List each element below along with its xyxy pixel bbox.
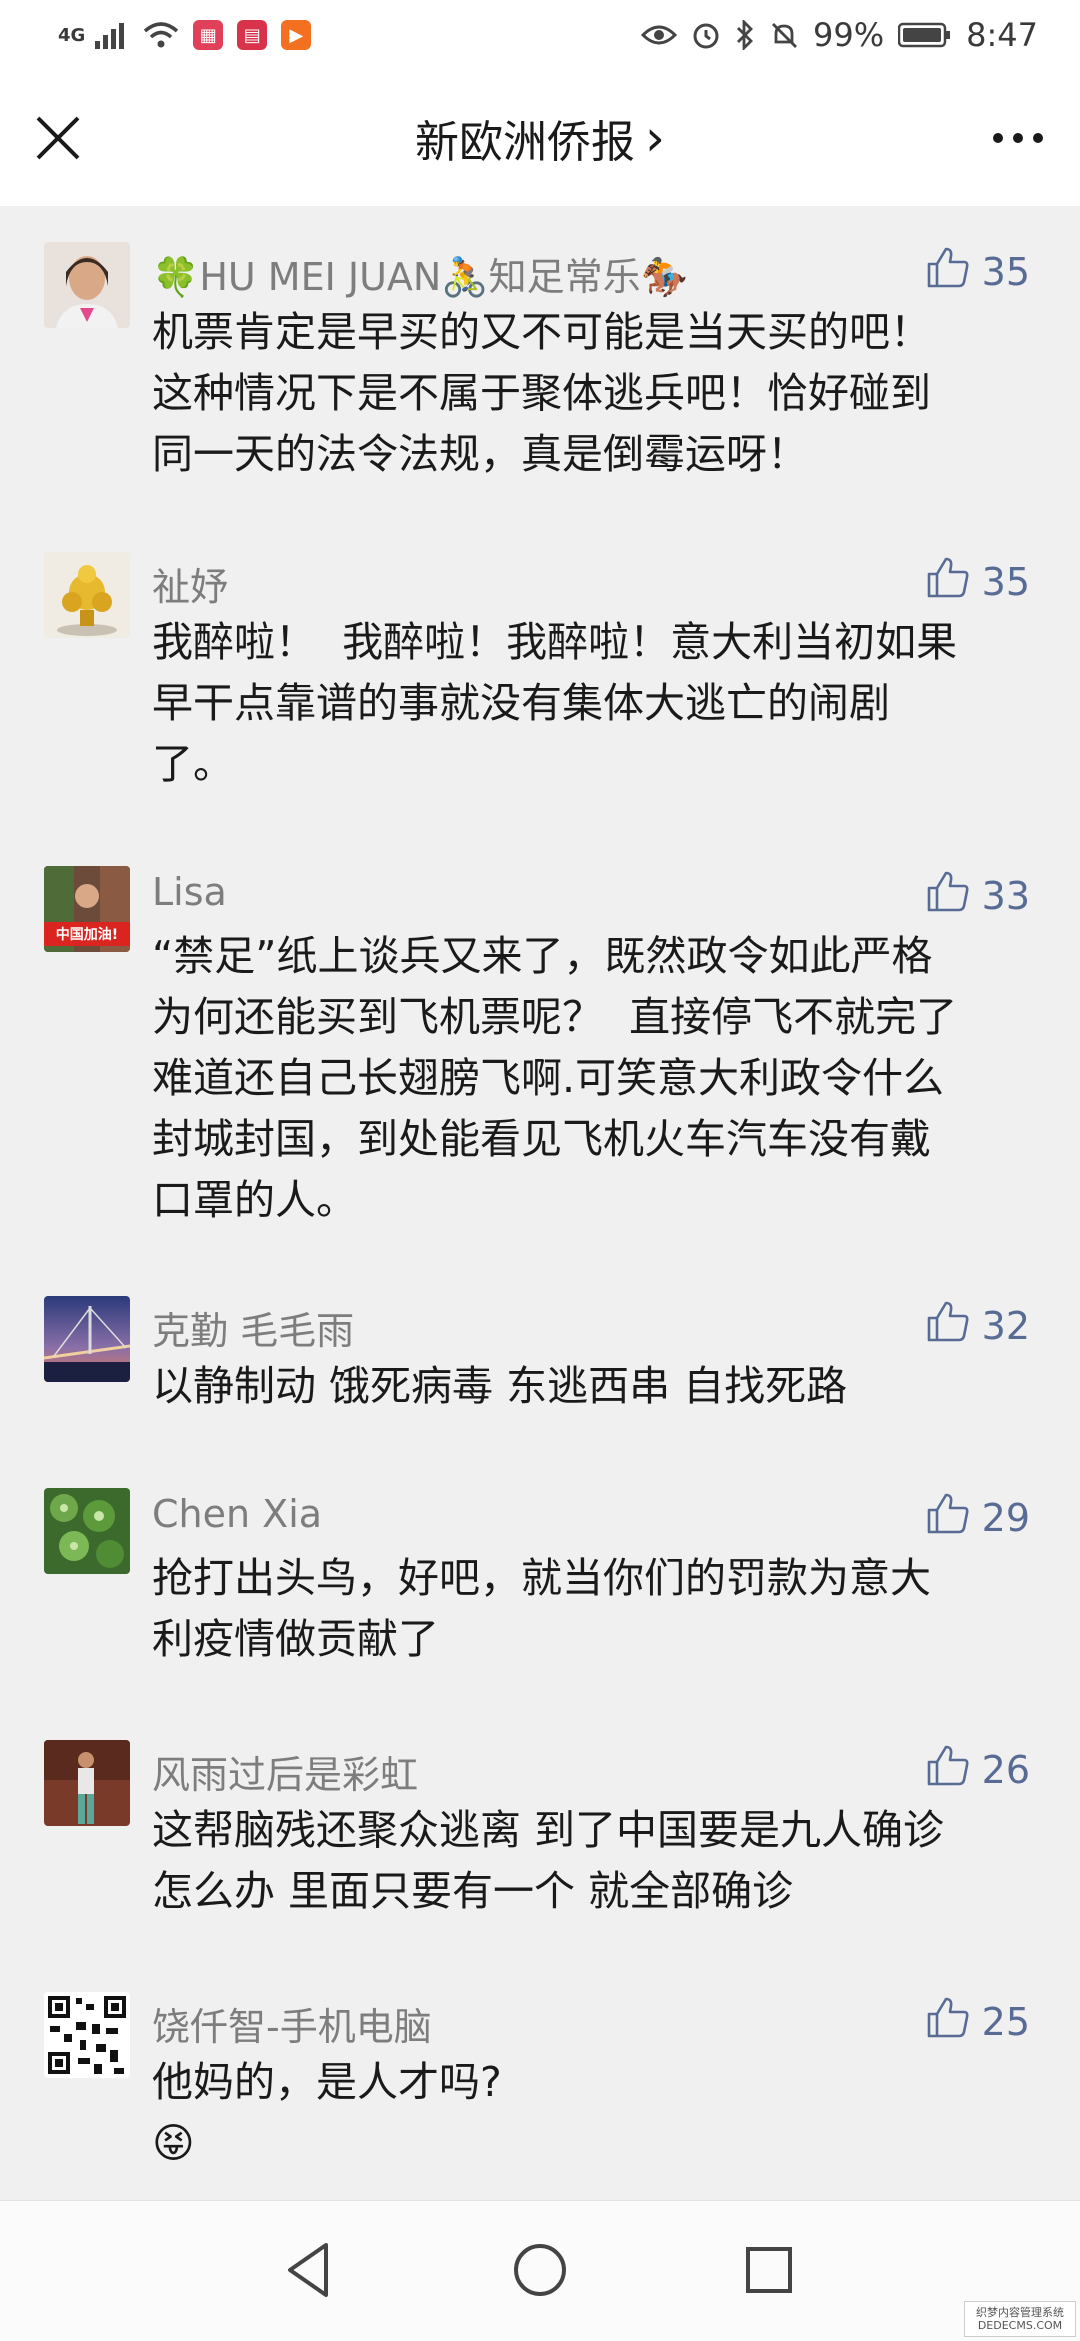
status-right: 99% 8:47 <box>641 16 1038 54</box>
battery-percent: 99% <box>813 16 885 54</box>
thumbs-up-icon <box>926 1492 970 1543</box>
like-button[interactable]: 32 <box>926 1300 1030 1351</box>
clock-time: 8:47 <box>966 16 1038 54</box>
chevron-right-icon: › <box>645 109 665 167</box>
commenter-name: 饶仟智-手机电脑 <box>152 2005 432 2049</box>
like-count: 25 <box>981 1999 1030 2044</box>
avatar[interactable] <box>44 1740 130 1826</box>
thumbs-up-icon <box>926 246 970 297</box>
avatar[interactable] <box>44 1992 130 2078</box>
thumbs-up-icon <box>926 1300 970 1351</box>
avatar[interactable]: 中国加油! <box>44 866 130 952</box>
watermark-line1: 织梦内容管理系统 <box>976 2306 1064 2319</box>
site-watermark: 织梦内容管理系统 DEDECMS.COM <box>964 2301 1076 2337</box>
comment-text: 抢打出头鸟，好吧，就当你们的罚款为意大 利疫情做贡献了 <box>152 1554 931 1663</box>
recents-square-icon[interactable] <box>734 2235 804 2305</box>
watermark-line2: DEDECMS.COM <box>977 2319 1063 2332</box>
book-app-icon: ▤ <box>237 20 268 50</box>
bluetooth-icon <box>735 20 755 50</box>
commenter-name: 祉妤 <box>152 565 229 609</box>
wifi-icon <box>143 21 179 49</box>
comment-text: 他妈的，是人才吗? 😝 <box>152 2058 502 2167</box>
commenter-name: Chen Xia <box>152 1492 323 1536</box>
avatar[interactable] <box>44 242 130 328</box>
comment-text: 我醉啦！ 我醉啦！我醉啦！意大利当初如果 早干点靠谱的事就没有集体大逃亡的闹剧 … <box>152 618 958 788</box>
comment-text: 以静制动 饿死病毒 东逃西串 自找死路 <box>152 1362 848 1410</box>
thumbs-up-icon <box>926 870 970 921</box>
like-count: 33 <box>981 873 1030 918</box>
status-bar: 4G ▦ ▤ ▶ 99% 8:47 <box>0 0 1080 70</box>
eye-icon <box>641 22 678 48</box>
commenter-name: 克勤 毛毛雨 <box>152 1309 355 1353</box>
like-button[interactable]: 26 <box>926 1744 1030 1795</box>
like-button[interactable]: 33 <box>926 870 1030 921</box>
like-count: 26 <box>981 1747 1030 1792</box>
battery-icon <box>898 21 952 49</box>
like-count: 35 <box>981 249 1030 294</box>
close-icon[interactable] <box>30 110 86 166</box>
thumbs-up-icon <box>926 1996 970 2047</box>
alarm-icon <box>691 20 721 50</box>
commenter-name: 风雨过后是彩虹 <box>152 1753 419 1797</box>
home-circle-icon[interactable] <box>505 2235 575 2305</box>
thumbs-up-icon <box>926 556 970 607</box>
commenter-name: Lisa <box>152 870 227 914</box>
like-count: 29 <box>981 1495 1030 1540</box>
like-count: 32 <box>981 1303 1030 1348</box>
like-count: 35 <box>981 559 1030 604</box>
commenter-name: 🍀HU MEI JUAN🚴知足常乐🏇 <box>152 255 688 299</box>
network-type: 4G <box>58 24 86 46</box>
avatar-caption: 中国加油! <box>55 927 119 943</box>
comment-text: 机票肯定是早买的又不可能是当天买的吧！ 这种情况下是不属于聚体逃兵吧！恰好碰到 … <box>152 308 931 478</box>
nav-bar: 新欧洲侨报 › <box>0 70 1080 206</box>
back-triangle-icon[interactable] <box>274 2235 344 2305</box>
account-title-button[interactable]: 新欧洲侨报 › <box>415 106 665 170</box>
signal-icon <box>95 21 129 49</box>
thumbs-up-icon <box>926 1744 970 1795</box>
comment-text: 这帮脑残还聚众逃离 到了中国要是九人确诊 怎么办 里面只要有一个 就全部确诊 <box>152 1806 945 1915</box>
like-button[interactable]: 35 <box>926 556 1030 607</box>
calendar-app-icon: ▦ <box>193 20 224 50</box>
more-options-icon[interactable] <box>988 120 1048 156</box>
system-nav-bar: 织梦内容管理系统 DEDECMS.COM <box>0 2200 1080 2341</box>
like-button[interactable]: 25 <box>926 1996 1030 2047</box>
like-button[interactable]: 35 <box>926 246 1030 297</box>
page-title: 新欧洲侨报 <box>415 117 635 168</box>
video-app-icon: ▶ <box>281 20 312 50</box>
avatar[interactable] <box>44 552 130 638</box>
comment-text: “禁足”纸上谈兵又来了，既然政令如此严格 为何还能买到飞机票呢？ 直接停飞不就完… <box>152 932 958 1224</box>
status-left: 4G ▦ ▤ ▶ <box>58 20 312 50</box>
mute-bell-icon <box>769 20 799 50</box>
avatar[interactable] <box>44 1296 130 1382</box>
like-button[interactable]: 29 <box>926 1492 1030 1543</box>
avatar[interactable] <box>44 1488 130 1574</box>
